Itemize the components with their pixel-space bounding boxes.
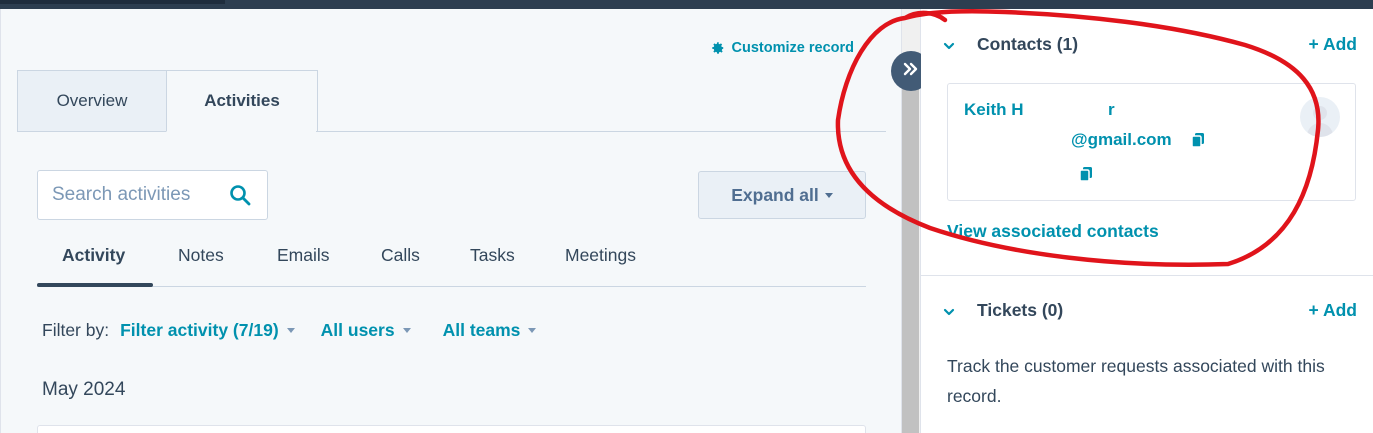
add-ticket-button[interactable]: + Add [1309,300,1357,321]
subtab-calls[interactable]: Calls [381,245,420,266]
contact-name-link[interactable]: Keith H [964,100,1024,120]
contacts-section-header[interactable]: Contacts (1) + Add [943,34,1357,55]
tickets-section-header[interactable]: Tickets (0) + Add [943,300,1357,321]
contact-email: @gmail.com [1071,130,1172,149]
caret-down-icon [824,192,833,198]
filter-activity-label: Filter activity (7/19) [120,320,279,340]
tab-overview[interactable]: Overview [17,70,166,132]
top-navigation-shade [0,0,225,4]
subtab-activity[interactable]: Activity [62,245,125,266]
association-sidebar: Contacts (1) + Add Keith H r @gmail.com … [921,9,1373,433]
caret-down-icon [286,328,295,333]
tab-divider [316,131,886,132]
copy-icon[interactable] [1079,166,1093,182]
filter-bar: Filter by: Filter activity (7/19) All us… [42,320,537,341]
filter-activity-dropdown[interactable]: Filter activity (7/19) [120,320,295,341]
customize-record-label: Customize record [731,40,854,56]
search-activities-field[interactable] [37,170,268,220]
add-contact-button[interactable]: + Add [1309,34,1357,55]
activity-card[interactable] [37,425,866,433]
double-chevron-icon [902,61,920,82]
tickets-description: Track the customer requests associated w… [947,356,1325,406]
subtab-tasks[interactable]: Tasks [470,245,515,266]
all-users-dropdown[interactable]: All users [321,320,411,341]
all-teams-label: All teams [442,320,521,340]
subtab-meetings[interactable]: Meetings [565,245,636,266]
avatar-icon [1300,97,1340,137]
caret-down-icon [402,328,411,333]
month-heading: May 2024 [42,379,126,400]
customize-record-button[interactable]: Customize record [711,40,854,56]
all-users-label: All users [320,320,395,340]
tab-activities[interactable]: Activities [166,70,318,132]
copy-icon[interactable] [1191,132,1205,148]
section-divider [921,275,1373,276]
filter-by-label: Filter by: [42,320,110,340]
tickets-section-title: Tickets (0) [977,300,1064,320]
active-subtab-indicator [37,283,153,287]
contact-card: Keith H r @gmail.com [947,83,1356,201]
search-icon[interactable] [229,184,251,206]
chevron-down-icon[interactable] [943,305,955,317]
activity-panel: Customize record Overview Activities Exp… [0,9,901,433]
activity-type-tabs: Activity Notes Emails Calls Tasks Meetin… [37,235,866,287]
subtab-notes[interactable]: Notes [178,245,224,266]
contact-name-tail[interactable]: r [1108,100,1115,120]
caret-down-icon [528,328,537,333]
view-associated-contacts-link[interactable]: View associated contacts [947,221,1159,242]
chevron-down-icon[interactable] [943,39,955,51]
scrollbar-thumb[interactable] [902,88,919,433]
subtab-emails[interactable]: Emails [277,245,330,266]
all-teams-dropdown[interactable]: All teams [443,320,537,341]
record-tabs: Overview Activities [17,70,318,132]
gear-icon [711,41,725,55]
expand-all-label: Expand all [731,184,819,205]
top-navigation-bar [0,0,1373,9]
expand-all-button[interactable]: Expand all [698,171,866,219]
search-input[interactable] [52,184,222,206]
contacts-section-title: Contacts (1) [977,34,1079,54]
